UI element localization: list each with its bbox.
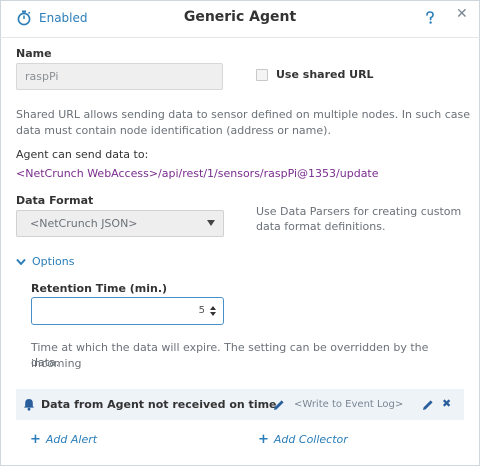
- add-alert-button[interactable]: + Add Alert: [30, 432, 97, 447]
- data-format-hint-line2: data format definitions.: [256, 220, 386, 233]
- alert-row: Data from Agent not received on time <Wr…: [16, 389, 464, 420]
- retention-description-line1: Time at which the data will expire. The …: [31, 341, 429, 370]
- checkbox-box[interactable]: [256, 68, 268, 81]
- agent-url: <NetCrunch WebAccess>/api/rest/1/sensors…: [16, 167, 379, 180]
- remove-icon[interactable]: ✖: [442, 397, 451, 410]
- data-format-hint-line1: Use Data Parsers for creating custom: [256, 205, 462, 218]
- webaccess-link[interactable]: <NetCrunch WebAccess>: [16, 167, 158, 180]
- add-collector-label: Add Collector: [273, 433, 348, 446]
- close-icon[interactable]: ✕: [456, 6, 468, 22]
- add-alert-label: Add Alert: [45, 433, 98, 446]
- edit-action-pencil-icon[interactable]: [422, 399, 434, 411]
- use-shared-url-checkbox[interactable]: Use shared URL: [256, 68, 374, 81]
- add-collector-button[interactable]: + Add Collector: [258, 432, 348, 447]
- options-toggle[interactable]: Options: [16, 255, 74, 268]
- dropdown-arrow-icon: [207, 220, 215, 226]
- options-label: Options: [32, 255, 75, 268]
- plus-icon: +: [30, 432, 41, 447]
- dialog-title: Generic Agent: [183, 9, 297, 25]
- help-button[interactable]: [425, 10, 435, 29]
- dialog-header: Enabled Generic Agent ✕: [0, 0, 480, 38]
- name-input[interactable]: raspPi: [16, 63, 223, 90]
- spin-down-icon[interactable]: [210, 312, 216, 316]
- bell-icon: [24, 399, 34, 411]
- retention-description-line2: data.: [31, 356, 60, 369]
- data-format-select[interactable]: <NetCrunch JSON>: [16, 210, 224, 237]
- shared-url-description-line1: Shared URL allows sending data to sensor…: [16, 108, 470, 121]
- edit-condition-pencil-icon[interactable]: [273, 399, 285, 411]
- chevron-down-icon: [16, 258, 26, 265]
- retention-input[interactable]: 5: [31, 297, 224, 325]
- alert-condition: Data from Agent not received on time: [41, 398, 277, 411]
- retention-spinner[interactable]: [209, 306, 217, 317]
- retention-value: 5: [198, 305, 205, 316]
- use-shared-url-label: Use shared URL: [276, 68, 374, 81]
- data-format-value: <NetCrunch JSON>: [30, 217, 138, 230]
- spin-up-icon[interactable]: [210, 306, 216, 310]
- plus-icon: +: [258, 432, 269, 447]
- retention-label: Retention Time (min.): [31, 282, 168, 295]
- help-icon: [426, 11, 434, 24]
- agent-url-label: Agent can send data to:: [16, 148, 149, 161]
- data-format-label: Data Format: [16, 194, 94, 207]
- agent-url-path: /api/rest/1/sensors/raspPi@1353/update: [158, 167, 379, 180]
- alert-action: <Write to Event Log>: [294, 399, 404, 410]
- shared-url-description-line2: data must contain node identification (a…: [16, 124, 331, 137]
- name-label: Name: [16, 47, 52, 60]
